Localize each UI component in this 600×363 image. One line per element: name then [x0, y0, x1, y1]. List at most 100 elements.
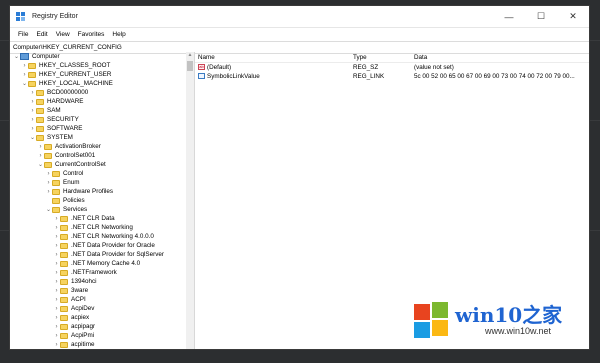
chevron-right-icon[interactable]: › [53, 315, 60, 321]
chevron-right-icon[interactable]: › [29, 108, 36, 114]
folder-icon [60, 287, 68, 294]
tree-item-label: .NET Data Provider for SqlServer [71, 251, 164, 258]
minimize-button[interactable]: — [493, 6, 525, 27]
chevron-right-icon[interactable]: › [45, 180, 52, 186]
chevron-right-icon[interactable]: › [21, 72, 28, 78]
tree-item[interactable]: › SECURITY [10, 115, 185, 124]
tree-item-label: CurrentControlSet [55, 161, 106, 168]
menu-file[interactable]: File [14, 31, 32, 38]
window-controls: — ☐ ✕ [493, 6, 589, 27]
chevron-right-icon[interactable]: › [53, 288, 60, 294]
folder-icon [60, 233, 68, 240]
title-bar: Registry Editor — ☐ ✕ [10, 6, 589, 28]
tree-item[interactable]: › .NET CLR Networking [10, 223, 185, 232]
tree-item[interactable]: › BCD00000000 [10, 88, 185, 97]
tree-item[interactable]: › 1394ohci [10, 277, 185, 286]
tree-item-label: Computer [32, 53, 60, 60]
tree-item[interactable]: › .NET CLR Networking 4.0.0.0 [10, 232, 185, 241]
tree-item[interactable]: › .NET Data Provider for SqlServer [10, 250, 185, 259]
chevron-right-icon[interactable]: › [53, 324, 60, 330]
tree-item[interactable]: › .NET Memory Cache 4.0 [10, 259, 185, 268]
tree-item[interactable]: ⌄ CurrentControlSet [10, 160, 185, 169]
chevron-right-icon[interactable]: › [29, 126, 36, 132]
chevron-right-icon[interactable]: › [53, 270, 60, 276]
chevron-down-icon[interactable]: ⌄ [29, 134, 36, 141]
value-data: (value not set) [414, 64, 454, 71]
menu-edit[interactable]: Edit [32, 31, 51, 38]
chevron-right-icon[interactable]: › [53, 333, 60, 339]
chevron-right-icon[interactable]: › [37, 144, 44, 150]
tree-item[interactable]: › Control [10, 169, 185, 178]
tree-item[interactable]: › .NET Data Provider for Oracle [10, 241, 185, 250]
tree-item[interactable]: › ACPI [10, 295, 185, 304]
value-name: SymbolicLinkValue [207, 73, 260, 80]
folder-icon [52, 206, 60, 213]
chevron-right-icon[interactable]: › [53, 261, 60, 267]
chevron-right-icon[interactable]: › [45, 189, 52, 195]
tree-item-label: ActivationBroker [55, 143, 101, 150]
chevron-right-icon[interactable]: › [45, 171, 52, 177]
tree-item-label: .NET Data Provider for Oracle [71, 242, 155, 249]
tree-item[interactable]: › HKEY_CURRENT_USER [10, 70, 185, 79]
column-data[interactable]: Data [411, 54, 589, 61]
chevron-down-icon[interactable]: ⌄ [21, 80, 28, 87]
tree-item[interactable]: › .NET CLR Data [10, 214, 185, 223]
close-button[interactable]: ✕ [557, 6, 589, 27]
tree-item[interactable]: › SAM [10, 106, 185, 115]
chevron-right-icon[interactable]: › [29, 99, 36, 105]
folder-icon [60, 296, 68, 303]
chevron-right-icon[interactable]: › [53, 216, 60, 222]
folder-icon [52, 179, 60, 186]
tree-item[interactable]: › Enum [10, 178, 185, 187]
tree-item[interactable]: ⌄ SYSTEM [10, 133, 185, 142]
column-type[interactable]: Type [350, 54, 411, 61]
chevron-right-icon[interactable]: › [53, 306, 60, 312]
tree-item[interactable]: › SOFTWARE [10, 124, 185, 133]
tree-item[interactable]: ⌄ HKEY_LOCAL_MACHINE [10, 79, 185, 88]
menu-favorites[interactable]: Favorites [74, 31, 109, 38]
chevron-right-icon[interactable]: › [53, 342, 60, 348]
chevron-right-icon[interactable]: › [21, 63, 28, 69]
folder-icon [60, 332, 68, 339]
chevron-right-icon[interactable]: › [53, 279, 60, 285]
tree-item[interactable]: › Hardware Profiles [10, 187, 185, 196]
tree-item-label: HKEY_CLASSES_ROOT [39, 62, 111, 69]
chevron-down-icon[interactable]: ⌄ [37, 161, 44, 168]
value-row[interactable]: ab (Default) REG_SZ (value not set) [195, 63, 589, 72]
value-row[interactable]: SymbolicLinkValue REG_LINK 5c 00 52 00 6… [195, 72, 589, 81]
tree-item[interactable]: › AcpiPmi [10, 331, 185, 340]
tree-item[interactable]: › acpipagr [10, 322, 185, 331]
tree-item[interactable]: › acpiex [10, 313, 185, 322]
menu-help[interactable]: Help [108, 31, 129, 38]
chevron-right-icon[interactable]: › [29, 90, 36, 96]
tree-item[interactable]: › .NETFramework [10, 268, 185, 277]
chevron-right-icon[interactable]: › [53, 243, 60, 249]
tree-item[interactable]: › acpitime [10, 340, 185, 349]
tree-item-label: Enum [63, 179, 80, 186]
chevron-right-icon[interactable]: › [53, 252, 60, 258]
column-name[interactable]: Name [195, 54, 350, 61]
tree-item-label: BCD00000000 [47, 89, 89, 96]
tree-item[interactable]: › HKEY_CLASSES_ROOT [10, 61, 185, 70]
tree-item[interactable]: › AcpiDev [10, 304, 185, 313]
tree-item[interactable]: › ControlSet001 [10, 151, 185, 160]
chevron-right-icon[interactable]: › [53, 225, 60, 231]
chevron-right-icon[interactable]: › [29, 117, 36, 123]
maximize-button[interactable]: ☐ [525, 6, 557, 27]
tree-item[interactable]: ⌄ Computer [10, 52, 185, 61]
chevron-down-icon[interactable]: ⌄ [13, 53, 20, 60]
chevron-down-icon[interactable]: ⌄ [45, 206, 52, 213]
tree-item[interactable]: › HARDWARE [10, 97, 185, 106]
chevron-right-icon[interactable]: › [53, 297, 60, 303]
chevron-right-icon[interactable]: › [53, 234, 60, 240]
scroll-up-icon[interactable]: ▲ [186, 52, 194, 60]
chevron-right-icon[interactable]: › [37, 153, 44, 159]
scroll-thumb[interactable] [187, 61, 193, 71]
tree-item[interactable]: ⌄ Services [10, 205, 185, 214]
tree-item[interactable]: Policies [10, 196, 185, 205]
menu-view[interactable]: View [52, 31, 74, 38]
tree-scrollbar[interactable]: ▲ [186, 52, 194, 349]
value-type: REG_LINK [353, 73, 385, 80]
tree-item[interactable]: › 3ware [10, 286, 185, 295]
tree-item[interactable]: › ActivationBroker [10, 142, 185, 151]
